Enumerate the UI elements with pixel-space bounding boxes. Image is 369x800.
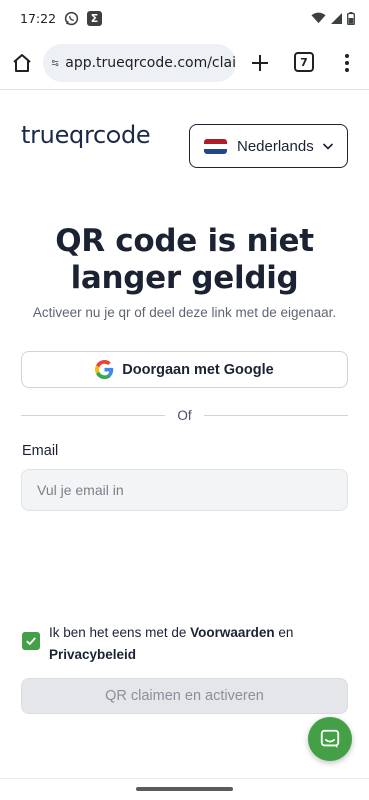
chevron-down-icon	[322, 143, 333, 150]
url-text[interactable]: app.trueqrcode.com/clai	[65, 55, 236, 71]
home-button[interactable]	[10, 51, 34, 75]
wifi-icon	[311, 12, 326, 24]
privacy-link[interactable]: Privacybeleid	[49, 647, 136, 662]
gesture-nav-handle[interactable]	[136, 787, 233, 791]
google-icon	[95, 360, 114, 379]
terms-link[interactable]: Voorwaarden	[190, 625, 275, 640]
netherlands-flag-icon	[204, 138, 227, 154]
bottom-divider	[0, 778, 369, 779]
home-icon	[13, 54, 31, 72]
signal-icon	[331, 12, 342, 24]
page-subtitle: Activeer nu je qr of deel deze link met …	[32, 305, 337, 320]
terms-checkbox[interactable]	[22, 632, 40, 650]
status-bar: 17:22 Σ	[0, 0, 369, 36]
page-title: QR code is niet langer geldig	[55, 223, 314, 296]
sigma-icon: Σ	[87, 10, 103, 26]
toolbar-divider	[0, 89, 369, 90]
checkmark-icon	[26, 637, 36, 646]
chat-icon	[320, 729, 340, 749]
consent-text: Ik ben het eens met de Voorwaarden en Pri…	[49, 625, 294, 662]
email-input[interactable]	[21, 469, 348, 511]
status-time: 17:22	[20, 10, 57, 26]
claim-activate-button[interactable]: QR claimen en activeren	[21, 678, 348, 714]
chat-support-button[interactable]	[308, 717, 352, 761]
or-divider-text: Of	[177, 407, 192, 423]
language-label: Nederlands	[237, 137, 314, 155]
google-signin-button[interactable]: Doorgaan met Google	[21, 351, 348, 388]
whatsapp-icon	[64, 11, 79, 26]
browser-toolbar: app.trueqrcode.com/clai 7	[0, 36, 369, 90]
language-selector[interactable]: Nederlands	[189, 124, 348, 168]
tab-switcher-button[interactable]: 7	[294, 52, 314, 72]
plus-icon	[252, 55, 268, 71]
logo-qr-mark-icon	[106, 129, 120, 143]
trueqrcode-logo[interactable]: trueqrc de	[21, 118, 151, 152]
battery-icon	[347, 11, 355, 25]
email-label: Email	[22, 443, 59, 459]
site-settings-icon[interactable]	[51, 54, 59, 72]
google-button-label: Doorgaan met Google	[122, 361, 274, 378]
browser-menu-button[interactable]	[337, 51, 357, 75]
address-bar[interactable]: app.trueqrcode.com/clai	[43, 44, 236, 82]
new-tab-button[interactable]	[248, 51, 272, 75]
terms-consent: Ik ben het eens met de Voorwaarden en Pri…	[22, 622, 342, 666]
or-divider: Of	[21, 405, 349, 425]
